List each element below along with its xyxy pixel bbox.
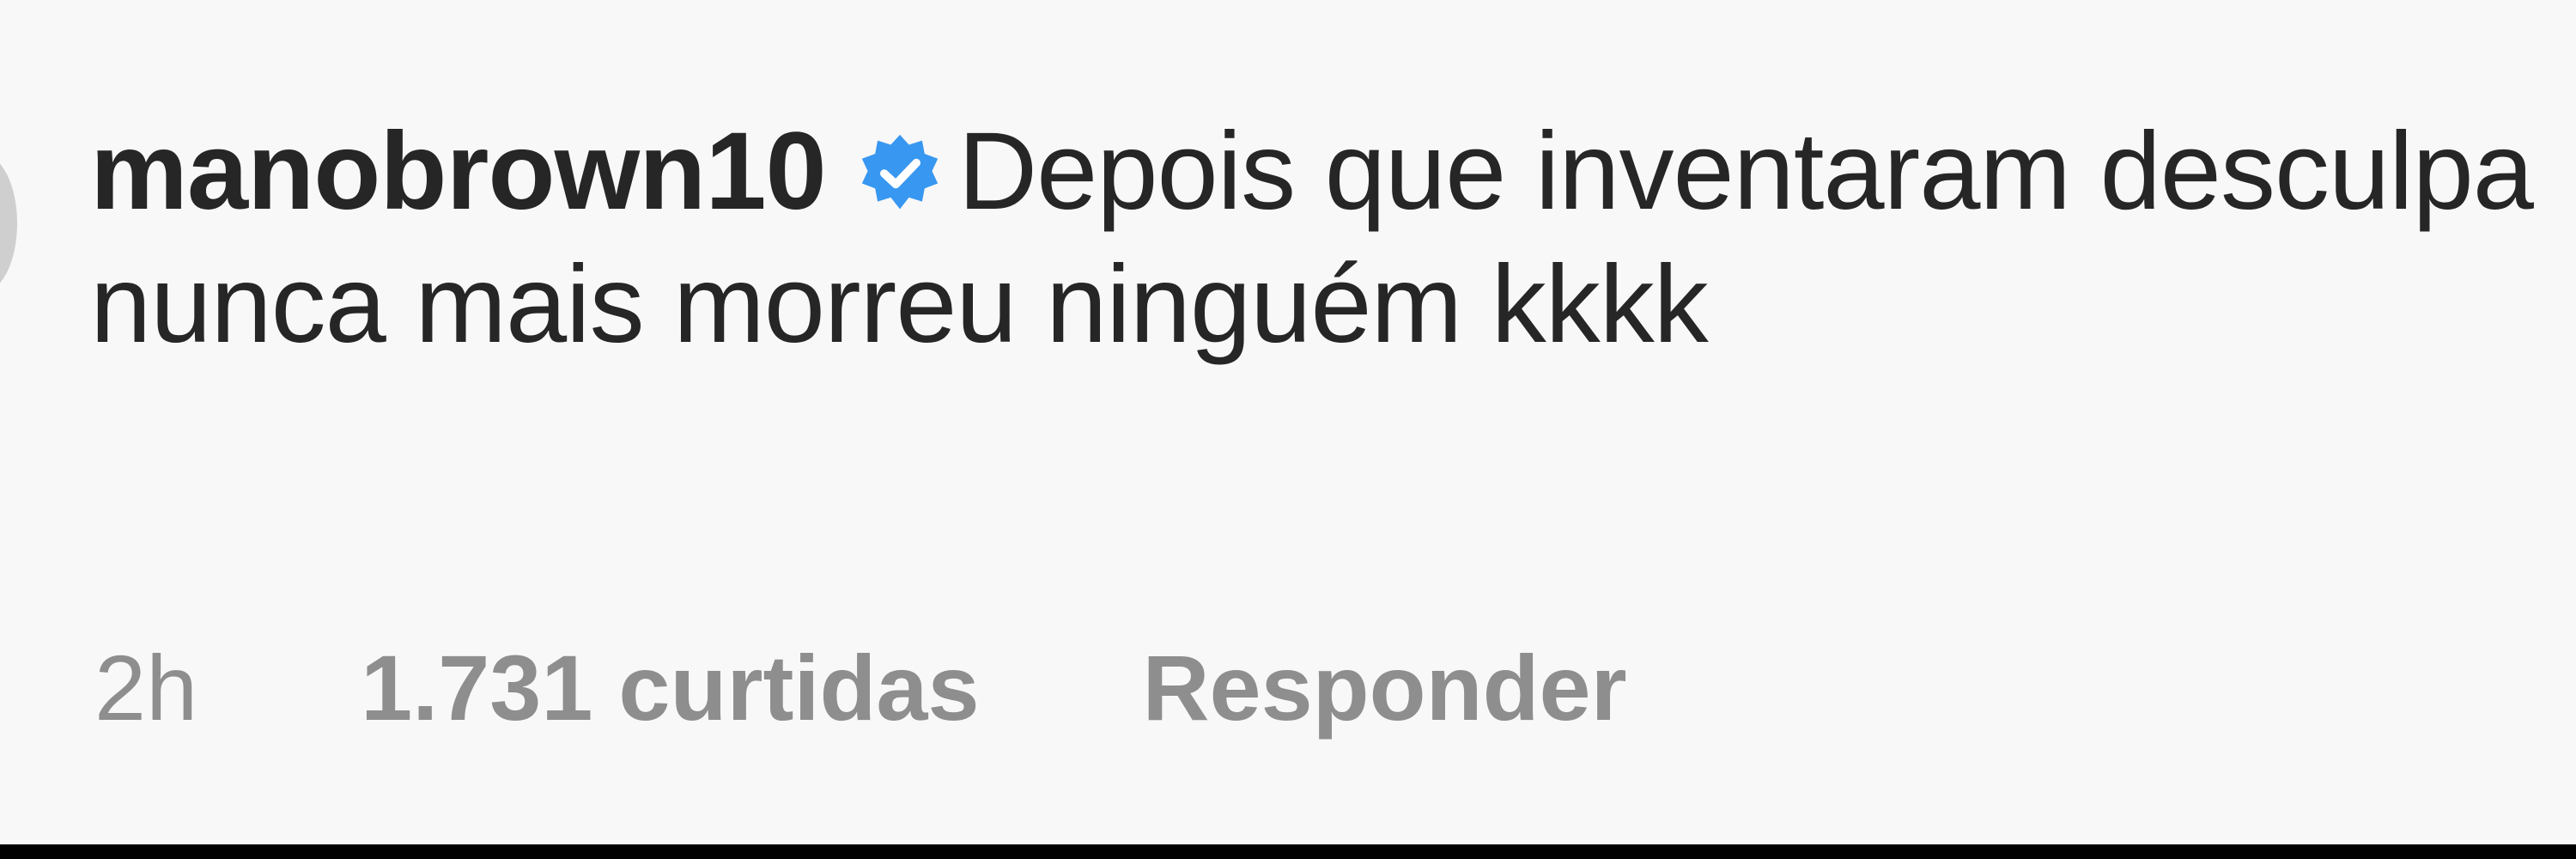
timestamp[interactable]: 2h xyxy=(94,634,197,741)
avatar[interactable] xyxy=(0,155,17,292)
reply-button[interactable]: Responder xyxy=(1143,634,1627,741)
likes-count-link[interactable]: 1.731 curtidas xyxy=(361,634,979,741)
verified-badge-shape xyxy=(861,134,938,210)
comment-text: manobrown10 Depois que inventaram descul… xyxy=(90,105,2546,371)
comment-card: manobrown10 Depois que inventaram descul… xyxy=(0,0,2576,844)
comment-meta-row: 2h 1.731 curtidas Responder xyxy=(94,631,1627,743)
username-link[interactable]: manobrown10 xyxy=(90,110,827,233)
verified-badge-icon xyxy=(859,133,941,216)
